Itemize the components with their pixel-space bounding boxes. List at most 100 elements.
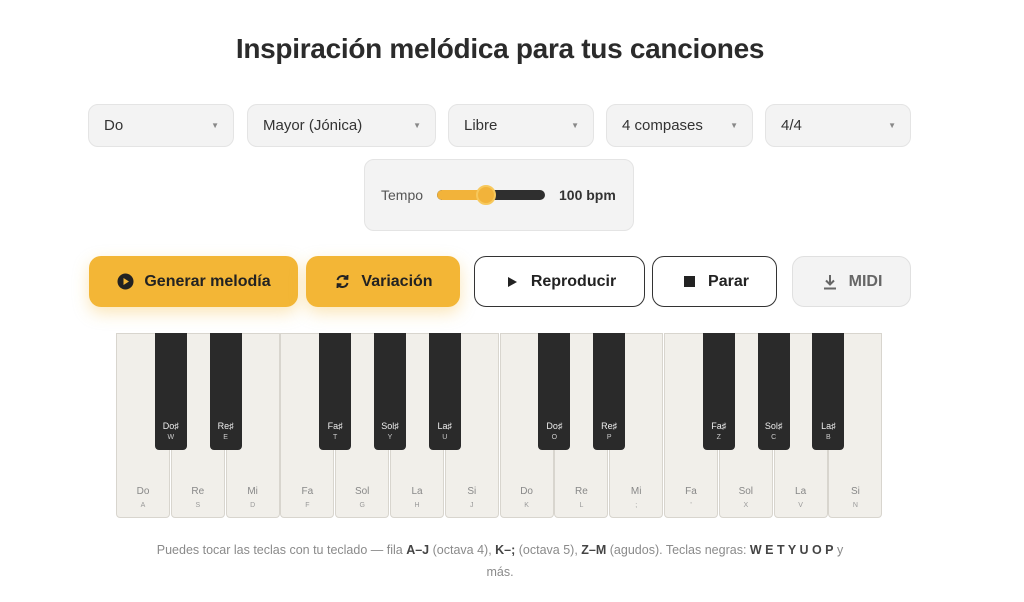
download-icon <box>821 273 839 291</box>
key-shortcut-label: G <box>359 502 365 509</box>
key-shortcut-label: B <box>826 434 831 441</box>
key-shortcut-label: E <box>223 434 228 441</box>
stop-label: Parar <box>708 272 749 290</box>
key-shortcut-label: L <box>579 502 584 509</box>
chevron-down-icon: ▼ <box>413 121 421 130</box>
key-note-label: Do♯ <box>546 421 563 431</box>
key-shortcut-label: F <box>305 502 310 509</box>
key-shortcut-label: X <box>743 502 749 509</box>
key-shortcut-label: Z <box>716 434 721 441</box>
key-shortcut-label: Y <box>387 434 393 441</box>
generate-melody-label: Generar melodía <box>144 272 271 290</box>
tempo-slider-thumb[interactable] <box>475 185 496 205</box>
tempo-label: Tempo <box>381 187 424 203</box>
play-icon <box>503 273 521 291</box>
variation-label: Variación <box>361 272 433 290</box>
key-note-label: Fa <box>685 486 697 497</box>
key-note-label: La♯ <box>821 421 836 431</box>
black-key[interactable]: La♯ U <box>428 333 461 450</box>
key-note-label: Re♯ <box>217 421 234 431</box>
key-note-label: Si <box>467 486 477 497</box>
scale-select[interactable]: Mayor (Jónica) ▼ <box>247 104 436 147</box>
tempo-control: Tempo 100 bpm <box>364 159 634 231</box>
black-key[interactable]: Sol♯ Y <box>374 333 406 450</box>
key-note-label: La♯ <box>437 421 453 431</box>
bars-select[interactable]: 4 compases ▼ <box>606 104 753 147</box>
help-keys: A–J <box>406 543 430 557</box>
key-shortcut-label: D <box>250 502 256 509</box>
page-title: Inspiración melódica para tus canciones <box>235 33 765 64</box>
key-note-label: La <box>795 486 807 497</box>
help-text: Puedes tocar las teclas con tu teclado —… <box>156 543 407 557</box>
scale-select-value: Mayor (Jónica) <box>263 117 363 134</box>
bars-select-value: 4 compases <box>622 117 703 134</box>
mode-select[interactable]: Libre ▼ <box>448 104 594 147</box>
black-key[interactable]: La♯ B <box>812 333 845 450</box>
key-note-label: La <box>411 486 423 497</box>
chevron-down-icon: ▼ <box>888 121 896 130</box>
key-shortcut-label: ; <box>635 502 638 509</box>
tempo-slider[interactable] <box>437 185 545 205</box>
key-select[interactable]: Do ▼ <box>88 104 234 147</box>
key-note-label: Re <box>191 486 205 497</box>
key-note-label: Fa♯ <box>327 421 343 431</box>
stop-icon <box>680 273 698 291</box>
mode-select-value: Libre <box>464 117 498 134</box>
key-note-label: Si <box>850 486 860 497</box>
key-note-label: Do♯ <box>162 421 179 431</box>
key-shortcut-label: P <box>606 434 612 441</box>
midi-download-button[interactable]: MIDI <box>792 256 911 307</box>
variation-button[interactable]: Variación <box>306 256 460 307</box>
key-shortcut-label: W <box>167 434 175 441</box>
key-note-label: Re♯ <box>601 421 618 431</box>
key-select-value: Do <box>104 117 124 134</box>
help-text: (agudos). Teclas negras: <box>606 543 750 557</box>
play-label: Reproducir <box>530 272 617 290</box>
play-button[interactable]: Reproducir <box>474 256 645 307</box>
key-note-label: Sol <box>354 486 370 497</box>
black-key[interactable]: Re♯ P <box>593 333 626 450</box>
generate-melody-button[interactable]: Generar melodía <box>89 256 298 307</box>
chevron-down-icon: ▼ <box>571 121 579 130</box>
help-text: (octava 4), <box>429 543 496 557</box>
key-shortcut-label: H <box>414 502 420 509</box>
help-keys: K–; <box>495 543 516 557</box>
key-shortcut-label: A <box>140 502 146 509</box>
tempo-value: 100 bpm <box>559 187 616 203</box>
key-note-label: Do <box>136 486 150 497</box>
chevron-down-icon: ▼ <box>211 121 219 130</box>
black-key[interactable]: Sol♯ C <box>757 333 790 450</box>
key-shortcut-label: C <box>771 434 777 441</box>
help-keys: Z–M <box>581 543 607 557</box>
keyboard-help-text: Puedes tocar las teclas con tu teclado —… <box>150 539 850 583</box>
stop-button[interactable]: Parar <box>652 256 777 307</box>
help-text: (octava 5), <box>515 543 582 557</box>
help-keys: W E T Y U O P <box>749 543 834 557</box>
key-shortcut-label: K <box>524 502 529 509</box>
key-note-label: Fa♯ <box>711 421 727 431</box>
key-shortcut-label: V <box>798 502 803 509</box>
key-note-label: Sol♯ <box>381 421 399 431</box>
time-signature-select-value: 4/4 <box>781 117 802 134</box>
key-note-label: Fa <box>301 486 314 497</box>
black-key[interactable]: Fa♯ Z <box>702 333 735 450</box>
key-note-label: Mi <box>630 486 642 497</box>
black-key[interactable]: Fa♯ T <box>319 333 352 450</box>
key-shortcut-label: U <box>442 434 448 441</box>
black-key[interactable]: Re♯ E <box>209 333 242 450</box>
midi-label: MIDI <box>848 272 883 290</box>
key-shortcut-label: O <box>551 434 558 441</box>
key-note-label: Mi <box>247 486 258 497</box>
key-note-label: Re <box>574 486 588 497</box>
key-shortcut-label: J <box>470 502 474 509</box>
time-signature-select[interactable]: 4/4 ▼ <box>765 104 911 147</box>
chevron-down-icon: ▼ <box>730 121 738 130</box>
black-key[interactable]: Do♯ O <box>538 333 571 450</box>
key-shortcut-label: N <box>852 502 858 509</box>
key-shortcut-label: ' <box>690 502 692 509</box>
refresh-icon <box>333 273 351 291</box>
piano-keyboard: Do A Re S Mi D Fa F Sol G La H Si J Do K Re L Mi; Fa ' Sol X La… <box>116 333 884 518</box>
black-key[interactable]: Do♯ W <box>154 333 187 450</box>
key-note-label: Do <box>520 486 533 497</box>
play-circle-icon <box>116 273 134 291</box>
